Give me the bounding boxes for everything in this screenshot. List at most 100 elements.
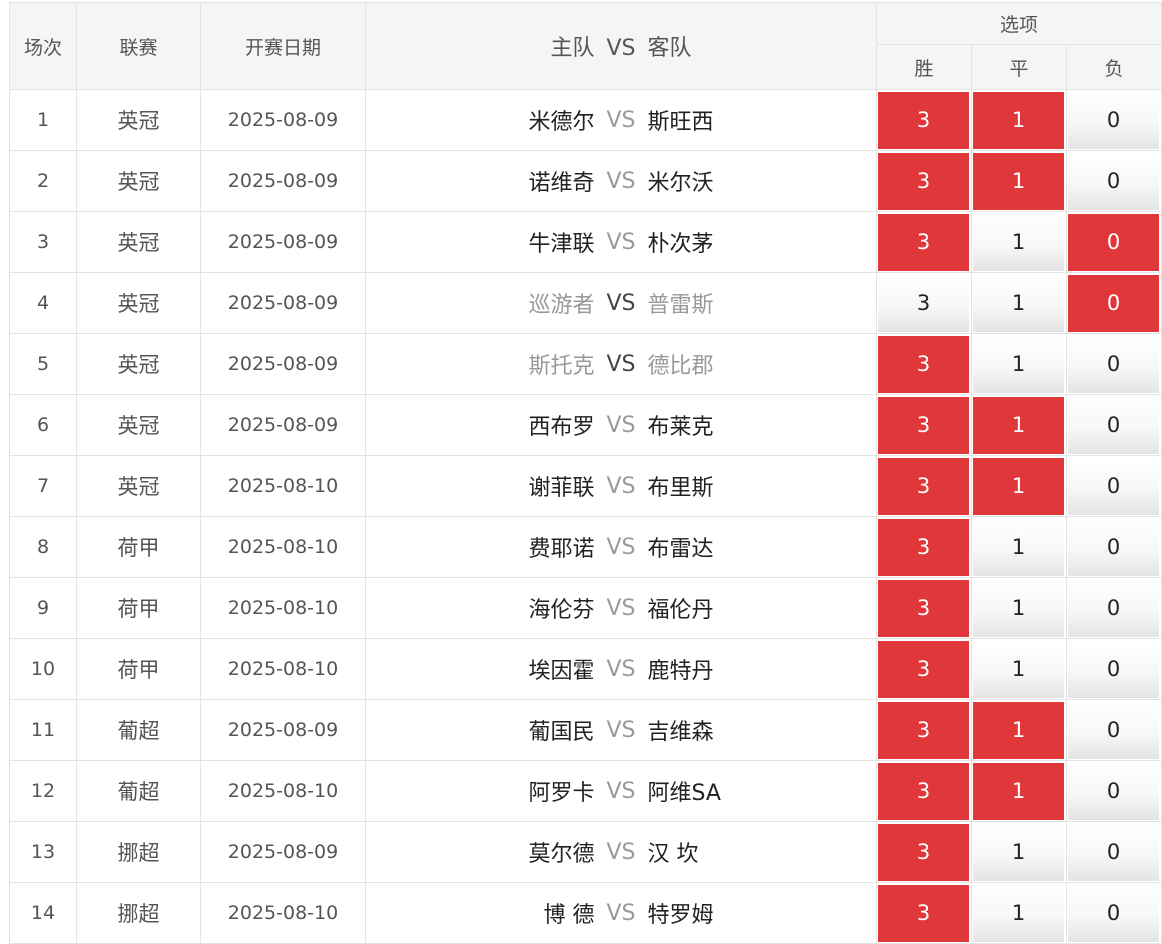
vs-label: VS [606,839,636,865]
matchup: 博 德 VS 特罗姆 [365,882,877,944]
table-row: 7 英冠 2025-08-10 谢菲联 VS 布里斯 3 1 0 [9,455,1162,517]
option-win[interactable]: 3 [876,882,972,944]
option-draw[interactable]: 1 [971,333,1067,395]
table-header: 场次 联赛 开赛日期 主队 VS 客队 选项 胜 平 负 [9,2,1162,90]
option-loss[interactable]: 0 [1065,760,1162,822]
option-loss[interactable]: 0 [1065,821,1162,883]
option-loss[interactable]: 0 [1065,394,1162,456]
option-draw[interactable]: 1 [971,638,1067,700]
option-loss-value: 0 [1068,579,1160,637]
option-win[interactable]: 3 [876,333,972,395]
vs-label: VS [606,168,636,194]
match-date: 2025-08-09 [200,333,366,395]
option-draw[interactable]: 1 [971,882,1067,944]
table-body: 1 英冠 2025-08-09 米德尔 VS 斯旺西 3 1 0 2 英冠 2025-08-09 诺维奇… [9,89,1162,944]
header-league: 联赛 [76,2,201,90]
league: 荷甲 [76,516,201,578]
option-loss-value: 0 [1068,701,1160,759]
option-loss[interactable]: 0 [1065,89,1162,151]
option-win[interactable]: 3 [876,394,972,456]
option-loss[interactable]: 0 [1065,272,1162,334]
table-row: 3 英冠 2025-08-09 牛津联 VS 朴次茅 3 1 0 [9,211,1162,273]
option-win[interactable]: 3 [876,272,972,334]
home-team: 海伦芬 [528,598,595,623]
option-loss[interactable]: 0 [1065,333,1162,395]
home-team: 博 德 [543,903,595,928]
match-date: 2025-08-09 [200,272,366,334]
option-win[interactable]: 3 [876,760,972,822]
vs-label: VS [606,412,636,438]
option-loss-value: 0 [1068,518,1160,576]
option-win[interactable]: 3 [876,211,972,273]
match-table-container: 场次 联赛 开赛日期 主队 VS 客队 选项 胜 平 负 1 英冠 2025-08-09… [9,2,1162,944]
option-win[interactable]: 3 [876,455,972,517]
table-row: 9 荷甲 2025-08-10 海伦芬 VS 福伦丹 3 1 0 [9,577,1162,639]
option-loss[interactable]: 0 [1065,577,1162,639]
league: 挪超 [76,821,201,883]
option-draw[interactable]: 1 [971,89,1067,151]
option-win[interactable]: 3 [876,89,972,151]
option-draw[interactable]: 1 [971,150,1067,212]
header-match-no: 场次 [9,2,77,90]
option-loss[interactable]: 0 [1065,699,1162,761]
match-date: 2025-08-10 [200,577,366,639]
option-loss[interactable]: 0 [1065,882,1162,944]
option-win-value: 3 [878,457,969,515]
option-loss-value: 0 [1068,640,1160,698]
option-loss[interactable]: 0 [1065,455,1162,517]
header-home: 主队 [550,36,595,61]
option-draw-value: 1 [973,335,1064,393]
option-draw[interactable]: 1 [971,760,1067,822]
table-row: 8 荷甲 2025-08-10 费耶诺 VS 布雷达 3 1 0 [9,516,1162,578]
home-team: 莫尔德 [528,842,595,867]
option-draw[interactable]: 1 [971,211,1067,273]
match-table: 场次 联赛 开赛日期 主队 VS 客队 选项 胜 平 负 1 英冠 2025-08-09… [9,2,1162,944]
league: 葡超 [76,760,201,822]
match-no: 14 [9,882,77,944]
header-draw: 平 [971,44,1067,90]
vs-label: VS [606,717,636,743]
option-win[interactable]: 3 [876,150,972,212]
home-team: 斯托克 [528,354,595,379]
match-date: 2025-08-09 [200,394,366,456]
option-draw[interactable]: 1 [971,821,1067,883]
match-no: 12 [9,760,77,822]
option-win-value: 3 [878,701,969,759]
option-draw-value: 1 [973,762,1064,820]
league: 英冠 [76,89,201,151]
home-team: 谢菲联 [528,476,595,501]
option-loss[interactable]: 0 [1065,516,1162,578]
option-draw[interactable]: 1 [971,577,1067,639]
option-draw[interactable]: 1 [971,272,1067,334]
option-win[interactable]: 3 [876,638,972,700]
match-no: 4 [9,272,77,334]
option-draw[interactable]: 1 [971,394,1067,456]
option-win[interactable]: 3 [876,577,972,639]
home-team: 西布罗 [528,415,595,440]
option-loss[interactable]: 0 [1065,150,1162,212]
header-loss: 负 [1065,44,1162,90]
option-win[interactable]: 3 [876,699,972,761]
option-loss[interactable]: 0 [1065,638,1162,700]
league: 英冠 [76,394,201,456]
option-win[interactable]: 3 [876,821,972,883]
option-draw[interactable]: 1 [971,699,1067,761]
option-win-value: 3 [878,579,969,637]
league: 英冠 [76,272,201,334]
option-win-value: 3 [878,762,969,820]
option-loss-value: 0 [1068,152,1160,210]
option-draw-value: 1 [973,396,1064,454]
vs-label: VS [606,534,636,560]
option-draw[interactable]: 1 [971,516,1067,578]
option-win-value: 3 [878,884,969,942]
option-win-value: 3 [878,823,969,881]
match-no: 5 [9,333,77,395]
option-loss-value: 0 [1068,457,1160,515]
option-win[interactable]: 3 [876,516,972,578]
match-no: 10 [9,638,77,700]
option-draw[interactable]: 1 [971,455,1067,517]
table-row: 4 英冠 2025-08-09 巡游者 VS 普雷斯 3 1 0 [9,272,1162,334]
vs-label: VS [606,656,636,682]
option-loss[interactable]: 0 [1065,211,1162,273]
table-row: 14 挪超 2025-08-10 博 德 VS 特罗姆 3 1 0 [9,882,1162,944]
